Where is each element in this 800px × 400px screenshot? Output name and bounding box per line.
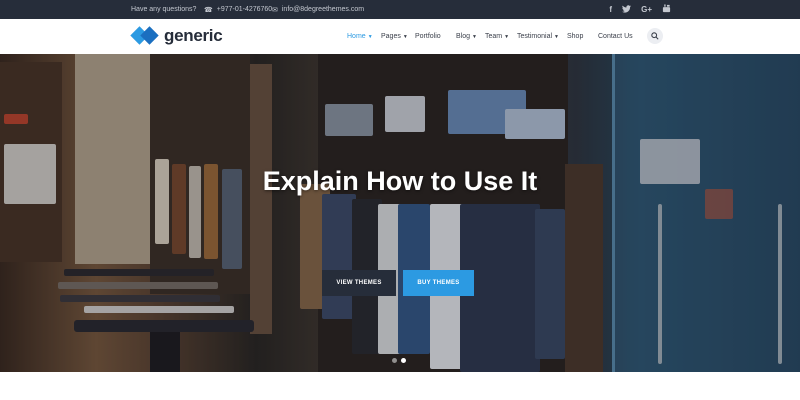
phone-number[interactable]: +977-01-4276760	[217, 6, 272, 13]
nav-contact-us[interactable]: Contact Us	[598, 19, 633, 54]
hero-overlay	[0, 54, 800, 372]
caret-down-icon: ▼	[504, 33, 510, 40]
hero-title: Explain How to Use It	[262, 166, 538, 196]
nav-testimonial[interactable]: Testimonial ▼	[517, 19, 559, 54]
nav-team[interactable]: Team ▼	[485, 19, 509, 54]
content-area	[0, 372, 800, 400]
facebook-icon[interactable]: f	[609, 5, 612, 14]
hero-slider: Explain How to Use It VIEW THEMES BUY TH…	[0, 54, 800, 372]
youtube-icon[interactable]	[662, 4, 671, 15]
nav-portfolio[interactable]: Portfolio	[415, 19, 441, 54]
questions-text: Have any questions?	[131, 0, 196, 19]
search-button[interactable]	[647, 28, 663, 44]
caret-down-icon: ▼	[554, 33, 559, 40]
nav-home[interactable]: Home ▼	[347, 19, 373, 54]
site-logo[interactable]: generic	[130, 24, 223, 48]
caret-down-icon: ▼	[367, 33, 373, 40]
logo-text[interactable]: generic	[164, 26, 223, 46]
view-themes-button[interactable]: VIEW THEMES	[322, 270, 396, 296]
envelope-icon: ✉	[272, 6, 278, 14]
search-icon	[651, 32, 659, 40]
social-links: f G+	[609, 0, 671, 19]
google-plus-icon[interactable]: G+	[641, 5, 652, 14]
questions-label: Have any questions?	[131, 6, 197, 13]
email-address[interactable]: info@8degreethemes.com	[282, 6, 364, 13]
phone-icon: ☎	[204, 6, 213, 14]
slide-dot-2[interactable]	[401, 358, 406, 363]
main-header: generic Home ▼ Pages ▼ Portfolio Blog ▼ Tea…	[0, 19, 800, 54]
caret-down-icon: ▼	[402, 33, 408, 40]
caret-down-icon: ▼	[472, 33, 477, 40]
logo-mark-icon	[130, 26, 159, 46]
nav-blog[interactable]: Blog ▼	[456, 19, 477, 54]
top-bar: Have any questions? ☎ +977-01-4276760 ✉ …	[0, 0, 800, 19]
slide-dot-1[interactable]	[392, 358, 397, 363]
twitter-icon[interactable]	[622, 4, 632, 15]
email-info[interactable]: ✉ info@8degreethemes.com	[272, 0, 364, 19]
buy-themes-button[interactable]: BUY THEMES	[403, 270, 474, 296]
nav-shop[interactable]: Shop	[567, 19, 583, 54]
phone-info[interactable]: ☎ +977-01-4276760	[204, 0, 272, 19]
slider-pagination	[392, 358, 406, 363]
nav-pages[interactable]: Pages ▼	[381, 19, 408, 54]
